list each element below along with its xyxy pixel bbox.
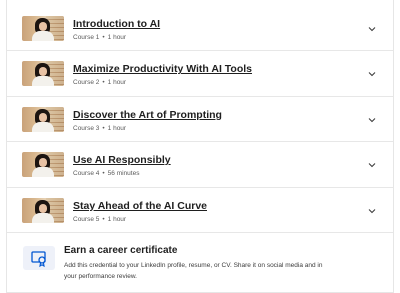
course-number: Course 2 [73,79,100,87]
course-thumbnail [22,16,64,41]
chevron-down-icon[interactable] [368,162,376,168]
course-outline-panel: Introduction to AI Course 1 • 1 hour Maxim… [6,0,394,293]
course-meta: Course 3 • 1 hour [73,125,126,132]
course-row-2[interactable]: Maximize Productivity With AI Tools Cour… [7,51,393,97]
course-row-4[interactable]: Use AI Responsibly Course 4 • 56 minutes [7,142,393,188]
course-duration: 56 minutes [107,170,140,178]
course-title[interactable]: Use AI Responsibly [73,154,171,166]
course-number: Course 1 [73,34,100,41]
course-number: Course 3 [73,124,100,132]
course-row-3[interactable]: Discover the Art of Prompting Course 3 • 1… [7,97,393,143]
course-thumbnail [22,197,64,223]
course-number: Course 5 [73,215,100,223]
chevron-down-icon[interactable] [368,208,376,214]
chevron-down-icon[interactable] [368,26,376,32]
meta-separator: • [102,215,105,223]
course-row-5[interactable]: Stay Ahead of the AI Curve Course 5 • 1 ho… [7,188,393,233]
career-certificate-section: Earn a career certificate Add this crede… [7,239,393,291]
course-list: Introduction to AI Course 1 • 1 hour Maxim… [7,6,393,233]
course-row-1[interactable]: Introduction to AI Course 1 • 1 hour [7,6,393,52]
course-title[interactable]: Introduction to AI [73,18,160,30]
certificate-icon [23,246,55,270]
course-title[interactable]: Stay Ahead of the AI Curve [73,200,207,212]
chevron-down-icon[interactable] [368,71,376,77]
meta-separator: • [102,170,105,178]
course-meta: Course 1 • 1 hour [73,34,126,41]
course-meta: Course 5 • 1 hour [73,216,126,223]
course-duration: 1 hour [107,79,127,87]
course-meta: Course 2 • 1 hour [73,79,126,86]
certificate-title: Earn a career certificate [64,245,178,256]
course-meta: Course 4 • 56 minutes [73,170,139,177]
course-duration: 1 hour [107,34,127,41]
course-title[interactable]: Maximize Productivity With AI Tools [73,63,252,75]
chevron-down-icon[interactable] [368,117,376,123]
course-duration: 1 hour [107,215,127,223]
meta-separator: • [102,79,105,87]
certificate-description: Add this credential to your LinkedIn pro… [64,262,323,280]
meta-separator: • [102,124,105,132]
course-thumbnail [22,61,64,87]
course-thumbnail [22,106,64,132]
meta-separator: • [102,34,105,41]
course-title[interactable]: Discover the Art of Prompting [73,109,222,121]
course-number: Course 4 [73,170,100,178]
course-thumbnail [22,152,64,178]
course-duration: 1 hour [107,124,127,132]
